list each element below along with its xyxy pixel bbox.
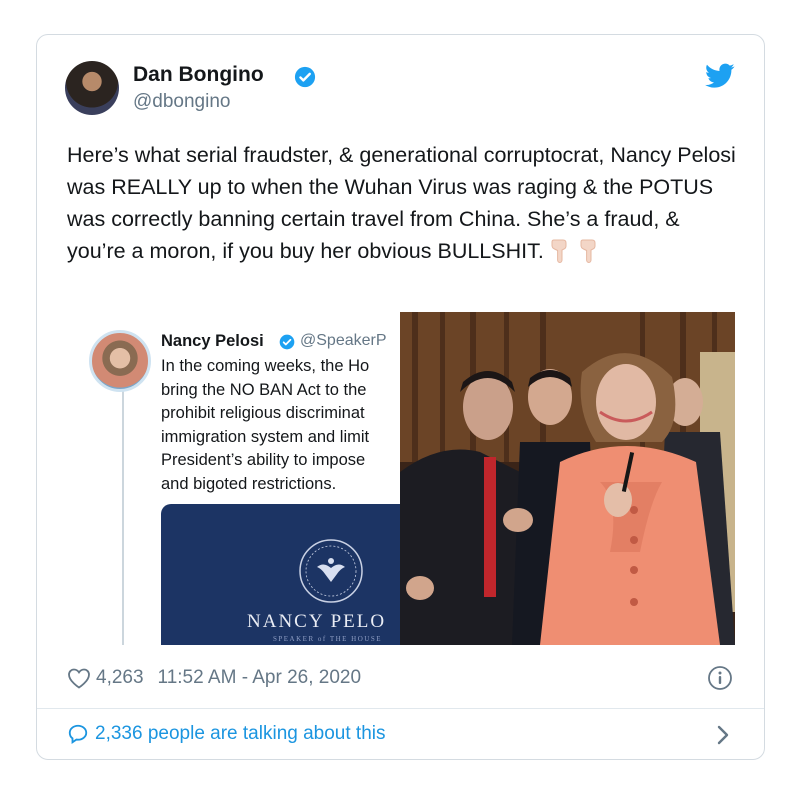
quoted-avatar <box>89 330 151 392</box>
verified-icon <box>279 334 295 350</box>
tweet-body: Here’s what serial fraudster, & generati… <box>67 143 736 263</box>
press-card-name: NANCY PELO <box>247 611 387 632</box>
divider <box>37 708 764 709</box>
quoted-line: President’s ability to impose <box>161 451 366 469</box>
quoted-name: Nancy Pelosi <box>161 332 264 350</box>
press-release-card: NANCY PELO SPEAKER of THE HOUSE <box>161 504 411 645</box>
verified-icon <box>294 66 316 88</box>
quoted-line: immigration system and limit <box>161 427 370 446</box>
author-handle[interactable]: @dbongino <box>133 91 230 113</box>
author-avatar[interactable] <box>65 61 119 115</box>
talking-link[interactable]: 2,336 people are talking about this <box>67 723 386 745</box>
quoted-line: bring the NO BAN Act to the <box>161 380 367 399</box>
thread-line <box>122 382 124 645</box>
like-count[interactable]: 4,263 <box>96 667 144 689</box>
quoted-line: and bigoted restrictions. <box>161 474 337 493</box>
quoted-text: In the coming weeks, the Ho bring the NO… <box>161 355 401 496</box>
author-name[interactable]: Dan Bongino <box>133 63 264 87</box>
embedded-image[interactable]: Nancy Pelosi @SpeakerP In the coming wee… <box>67 312 735 645</box>
timestamp[interactable]: 11:52 AM - Apr 26, 2020 <box>158 667 362 689</box>
info-icon[interactable] <box>707 665 733 691</box>
quoted-line: In the coming weeks, the Ho <box>161 357 370 375</box>
speech-bubble-icon <box>68 724 88 744</box>
quoted-handle: @SpeakerP <box>300 332 387 349</box>
chevron-right-icon[interactable] <box>713 723 733 747</box>
tweet-card[interactable]: Dan Bongino @dbongino Here’s what serial… <box>36 34 765 760</box>
pointing-down-hand-icon <box>551 239 567 264</box>
tweet-meta: 4,263 11:52 AM - Apr 26, 2020 <box>67 665 361 691</box>
twitter-bird-icon[interactable] <box>705 63 735 89</box>
pelosi-photo <box>400 312 735 645</box>
quoted-line: prohibit religious discriminat <box>161 404 365 422</box>
press-card-subtitle: SPEAKER of THE HOUSE <box>273 635 383 643</box>
speaker-seal-icon <box>299 539 363 603</box>
heart-icon[interactable] <box>67 667 91 689</box>
tweet-text: Here’s what serial fraudster, & generati… <box>67 139 737 267</box>
pointing-down-hand-icon <box>580 239 596 264</box>
quoted-tweet-screenshot: Nancy Pelosi @SpeakerP In the coming wee… <box>67 312 411 645</box>
talking-text[interactable]: 2,336 people are talking about this <box>95 723 386 745</box>
